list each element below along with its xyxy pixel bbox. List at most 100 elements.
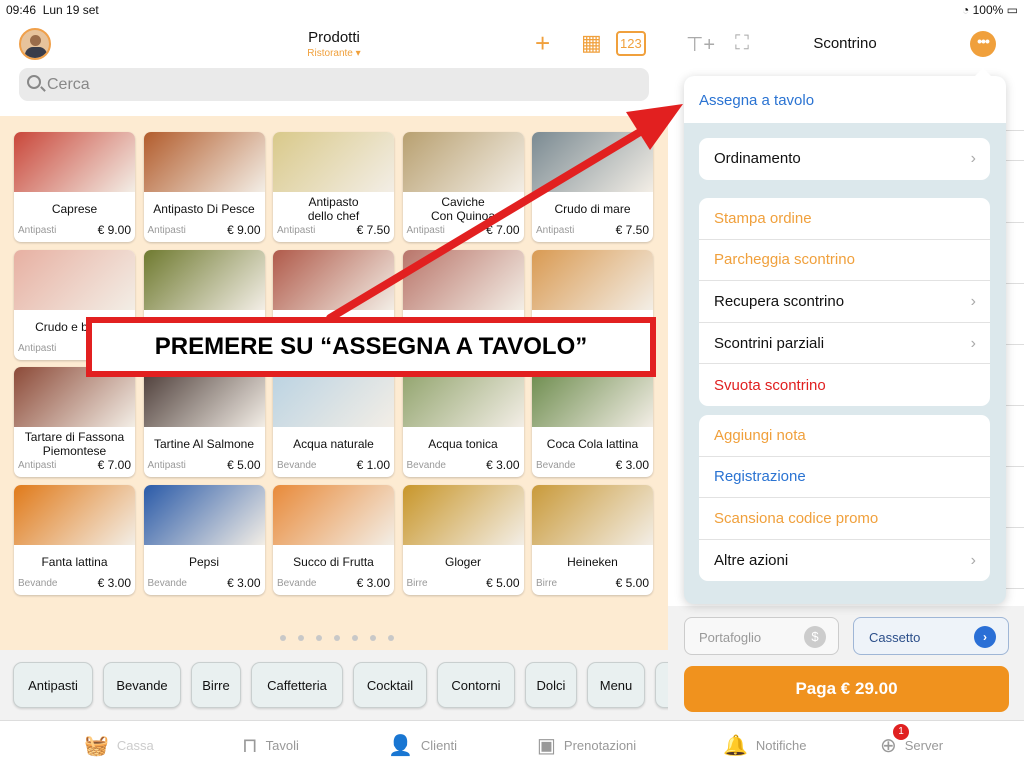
product-card[interactable]: Caprese Antipasti € 9.00 (14, 132, 135, 242)
basket-icon: 🧺 (84, 734, 109, 757)
product-image (402, 132, 524, 192)
menu-item-parcheggia-scontrino[interactable]: Parcheggia scontrino (699, 240, 990, 282)
status-bar: 09:46 Lun 19 set ◔ 100% ▭ (0, 0, 1024, 18)
product-price: € 7.00 (97, 458, 131, 472)
product-name: Caprese (51, 202, 98, 216)
product-card[interactable]: Pepsi Bevande € 3.00 (143, 484, 265, 595)
product-image (402, 249, 524, 310)
grid-view-icon[interactable]: ▦ (581, 30, 602, 56)
product-price: € 9.00 (97, 223, 131, 237)
product-image (143, 249, 265, 310)
menu-item-scansiona-codice-promo[interactable]: Scansiona codice promo (699, 498, 990, 540)
search-bar[interactable] (19, 68, 649, 101)
category-contorni[interactable]: Contorni (437, 662, 515, 708)
server-badge: 1 (893, 724, 909, 740)
product-image (14, 249, 135, 310)
product-card[interactable]: Crudo di mare Antipasti € 7.50 (532, 132, 653, 242)
product-name: Crudo di mare (554, 202, 631, 216)
menu-item-scontrini-parziali[interactable]: Scontrini parziali › (699, 323, 990, 365)
category-antipasti[interactable]: Antipasti (13, 662, 93, 708)
product-price: € 7.00 (486, 223, 520, 237)
product-card[interactable]: Acqua tonica Bevande € 3.00 (402, 367, 524, 477)
product-name: Acqua naturale (293, 437, 374, 451)
drawer-button[interactable]: Cassetto › (853, 617, 1009, 655)
category-caffetteria[interactable]: Caffetteria (251, 662, 343, 708)
menu-item-aggiungi-nota[interactable]: Aggiungi nota (699, 415, 990, 457)
product-name: Heineken (567, 554, 618, 569)
tab-prenotazioni[interactable]: ▣ Prenotazioni (537, 729, 636, 761)
receipt-actions-menu: Assegna a tavolo Ordinamento › Stampa ord… (684, 68, 1006, 604)
product-category: Bevande (536, 460, 576, 471)
product-name: Antipasto dello chef (307, 195, 360, 223)
product-card[interactable]: Succo di Frutta Bevande € 3.00 (273, 484, 394, 595)
product-name: Succo di Frutta (293, 554, 374, 569)
chevron-right-icon: › (970, 334, 976, 352)
menu-item-recupera-scontrino[interactable]: Recupera scontrino › (699, 281, 990, 323)
chevron-right-icon: › (970, 293, 976, 311)
status-time: 09:46 Lun 19 set (6, 3, 99, 17)
product-name: Pepsi (188, 554, 220, 569)
search-input[interactable] (47, 72, 637, 97)
assign-to-table-item[interactable]: Assegna a tavolo (684, 76, 1006, 123)
tab-tavoli[interactable]: ⊓ Tavoli (242, 729, 299, 761)
tab-cassa[interactable]: 🧺 Cassa (84, 729, 154, 761)
category-p[interactable]: P (655, 662, 668, 708)
product-card[interactable]: Tartare di Fassona Piemontese Antipasti € … (14, 367, 135, 477)
chevron-right-icon: › (970, 150, 976, 167)
product-name: Acqua tonica (428, 437, 498, 451)
category-cocktail[interactable]: Cocktail (353, 662, 427, 708)
product-price: € 5.00 (227, 458, 261, 472)
product-name: Tartine Al Salmone (153, 437, 255, 451)
product-card[interactable]: Coca Cola lattina Bevande € 3.00 (532, 367, 653, 477)
category-menu[interactable]: Menu (587, 662, 645, 708)
product-name: Coca Cola lattina (546, 437, 639, 451)
product-card[interactable]: Heineken Birre € 5.00 (532, 484, 653, 595)
product-card[interactable]: Tartine Al Salmone Antipasti € 5.00 (143, 367, 265, 477)
product-price: € 3.00 (615, 458, 649, 472)
product-category: Antipasti (406, 225, 445, 236)
chevron-right-icon: › (974, 626, 996, 648)
page-title: Prodotti (308, 29, 360, 46)
menu-item-stampa-ordine[interactable]: Stampa ordine (699, 198, 990, 240)
receipt-title: Scontrino (813, 35, 877, 52)
menu-item-ordinamento[interactable]: Ordinamento › (699, 138, 990, 180)
room-selector[interactable]: Ristorante ▾ (0, 48, 668, 59)
tab-server[interactable]: ⊕ Server (880, 729, 943, 761)
menu-item-altre-azioni[interactable]: Altre azioni › (699, 540, 990, 582)
product-image (402, 484, 524, 545)
more-options-icon[interactable]: ••• (970, 31, 996, 57)
menu-item-svuota-scontrino[interactable]: Svuota scontrino (699, 364, 990, 406)
calendar-icon: ▣ (537, 734, 556, 757)
page-indicator[interactable] (280, 628, 406, 646)
product-price: € 5.00 (615, 575, 649, 590)
pay-button[interactable]: Paga € 29.00 (684, 666, 1009, 712)
instruction-banner: PREMERE SU “ASSEGNA A TAVOLO” (86, 317, 656, 377)
product-card[interactable]: Acqua naturale Bevande € 1.00 (273, 367, 394, 477)
tab-notifiche[interactable]: 🔔 Notifiche (723, 729, 806, 761)
category-dolci[interactable]: Dolci (525, 662, 577, 708)
product-price: € 1.00 (356, 458, 390, 472)
add-icon[interactable]: + (535, 28, 550, 59)
product-name: Caviche Con Quinoa (430, 195, 496, 223)
product-category: Bevande (277, 577, 317, 589)
product-price: € 5.00 (486, 575, 520, 590)
product-card[interactable]: Fanta lattina Bevande € 3.00 (14, 484, 135, 595)
product-card[interactable]: Gloger Birre € 5.00 (402, 484, 524, 595)
product-price: € 3.00 (356, 575, 390, 590)
product-card[interactable]: Antipasto Di Pesce Antipasti € 9.00 (143, 132, 265, 242)
numpad-icon[interactable]: 123 (616, 31, 646, 56)
menu-item-registrazione[interactable]: Registrazione (699, 457, 990, 499)
product-name: Antipasto Di Pesce (153, 202, 255, 216)
product-category: Bevande (277, 460, 317, 471)
product-price: € 3.00 (486, 458, 520, 472)
product-card[interactable]: Caviche Con Quinoa Antipasti € 7.00 (402, 132, 524, 242)
product-category: Bevande (147, 577, 187, 589)
product-category: Antipasti (147, 225, 186, 236)
wallet-button[interactable]: Portafoglio $ (684, 617, 839, 655)
tab-clienti[interactable]: 👤 Clienti (388, 729, 457, 761)
category-bevande[interactable]: Bevande (103, 662, 181, 708)
category-birre[interactable]: Birre (191, 662, 241, 708)
product-price: € 7.50 (615, 223, 649, 237)
product-price: € 7.50 (356, 223, 390, 237)
product-card[interactable]: Antipasto dello chef Antipasti € 7.50 (273, 132, 394, 242)
